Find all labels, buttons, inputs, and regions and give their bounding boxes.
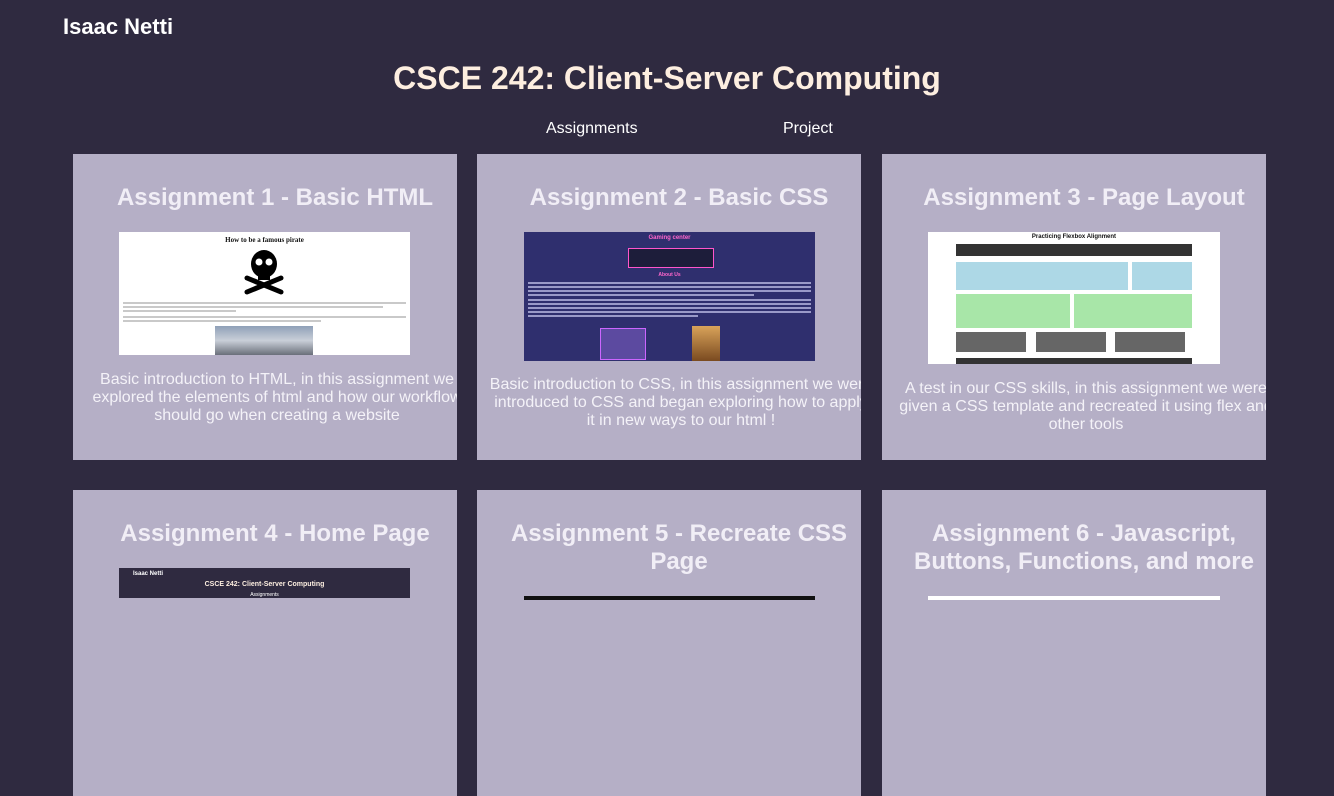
thumbnail-subheading: Assignments bbox=[250, 592, 279, 598]
assignment-thumbnail[interactable]: How to be a famous pirate bbox=[119, 232, 410, 355]
assignment-card-3[interactable]: Assignment 3 - Page Layout Practicing Fl… bbox=[882, 154, 1266, 460]
nav-link-assignments[interactable]: Assignments bbox=[546, 120, 638, 138]
thumbnail-grid-box bbox=[1036, 332, 1106, 352]
card-title: Assignment 3 - Page Layout bbox=[923, 184, 1245, 211]
nav-link-project[interactable]: Project bbox=[783, 120, 833, 138]
thumbnail-heading: How to be a famous pirate bbox=[225, 236, 304, 244]
pirate-ship-image bbox=[215, 326, 313, 355]
skull-crossbones-icon bbox=[244, 250, 284, 295]
assignment-card-2[interactable]: Assignment 2 - Basic CSS Gaming center A… bbox=[477, 154, 861, 460]
thumbnail-heading: Gaming center bbox=[648, 235, 691, 241]
assignment-card-5[interactable]: Assignment 5 - Recreate CSS Page bbox=[477, 490, 861, 796]
game-cover-image bbox=[692, 326, 720, 361]
assignment-thumbnail[interactable]: Isaac Netti CSCE 242: Client-Server Comp… bbox=[119, 568, 410, 598]
thumbnail-heading: CSCE 242: Client-Server Computing bbox=[204, 581, 325, 588]
site-author: Isaac Netti bbox=[63, 14, 174, 39]
main-nav: Assignments Project bbox=[0, 120, 1334, 140]
assignment-card-4[interactable]: Assignment 4 - Home Page Isaac Netti CSC… bbox=[73, 490, 457, 796]
thumbnail-subheading: About Us bbox=[658, 272, 681, 278]
thumbnail-column-1 bbox=[956, 294, 1070, 328]
card-title: Assignment 1 - Basic HTML bbox=[116, 184, 434, 211]
thumbnail-grid-box bbox=[956, 332, 1026, 352]
assignment-card-6[interactable]: Assignment 6 - Javascript, Buttons, Func… bbox=[882, 490, 1266, 796]
card-title: Assignment 2 - Basic CSS bbox=[529, 184, 829, 211]
assignment-card-1[interactable]: Assignment 1 - Basic HTML How to be a fa… bbox=[73, 154, 457, 460]
thumbnail-sidebar bbox=[1132, 262, 1192, 290]
thumbnail-main-content bbox=[956, 262, 1128, 290]
thumbnail-text-lines bbox=[528, 282, 811, 319]
thumbnail-text-lines bbox=[123, 302, 406, 324]
thumbnail-grid-box bbox=[1115, 332, 1185, 352]
assignment-thumbnail[interactable]: Practicing Flexbox Alignment bbox=[928, 232, 1220, 364]
thumbnail-author: Isaac Netti bbox=[133, 571, 164, 577]
thumbnail-footer bbox=[956, 358, 1192, 364]
card-description: Basic introduction to HTML, in this assi… bbox=[92, 371, 457, 424]
page-title: CSCE 242: Client-Server Computing bbox=[393, 60, 941, 96]
card-description: A test in our CSS skills, in this assign… bbox=[899, 380, 1266, 433]
thumbnail-column-2 bbox=[1074, 294, 1192, 328]
thumbnail-heading: Practicing Flexbox Alignment bbox=[1031, 234, 1117, 240]
card-title: Assignment 4 - Home Page bbox=[120, 520, 430, 547]
card-title: Assignment 6 - Javascript, Buttons, Func… bbox=[914, 520, 1254, 575]
card-description: Basic introduction to CSS, in this assig… bbox=[489, 376, 861, 429]
game-over-banner bbox=[628, 248, 714, 268]
thumbnail-navbar bbox=[956, 244, 1192, 256]
thumbnail-table bbox=[600, 328, 646, 360]
assignment-thumbnail[interactable] bbox=[524, 596, 815, 600]
assignment-thumbnail[interactable] bbox=[928, 596, 1220, 600]
assignment-thumbnail[interactable]: Gaming center About Us bbox=[524, 232, 815, 361]
card-title: Assignment 5 - Recreate CSS Page bbox=[510, 520, 848, 575]
